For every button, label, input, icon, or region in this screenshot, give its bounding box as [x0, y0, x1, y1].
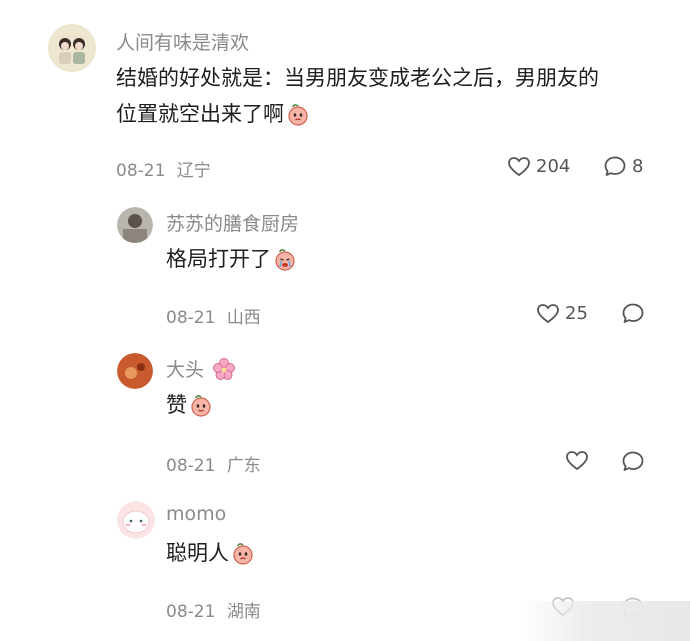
like-button[interactable]: 25 — [537, 303, 588, 324]
comment-author[interactable]: 人间有味是清欢 — [116, 28, 249, 55]
reply-text: 聪明人 — [166, 535, 255, 576]
reply-date: 08-21 — [166, 456, 216, 476]
heart-icon — [566, 451, 588, 471]
watermark-overlay — [520, 601, 690, 641]
reply-button[interactable] — [622, 303, 644, 324]
reply-meta: 08-21 湖南 — [166, 597, 261, 622]
comment-item: 人间有味是清欢 结婚的好处就是：当男朋友变成老公之后，男朋友的 位置就空出来了啊… — [0, 0, 690, 190]
reply-date: 08-21 — [166, 308, 216, 328]
reply-location: 广东 — [226, 456, 261, 476]
reply-item: 大头 赞 08-21 广东 — [0, 345, 690, 485]
avatar[interactable] — [48, 24, 96, 72]
reply-text-content: 聪明人 — [166, 541, 229, 565]
like-count: 25 — [565, 303, 588, 324]
reply-text-content: 格局打开了 — [166, 247, 271, 271]
avatar[interactable] — [117, 207, 153, 243]
comment-location: 辽宁 — [176, 161, 211, 181]
reply-location: 山西 — [226, 308, 261, 328]
peach-emoji-icon — [286, 101, 310, 137]
avatar[interactable] — [117, 353, 153, 389]
reply-author-name[interactable]: 大头 — [166, 359, 204, 381]
peach-emoji-icon — [231, 540, 255, 576]
reply-meta: 08-21 广东 — [166, 451, 261, 476]
heart-icon — [508, 156, 530, 177]
reply-button[interactable]: 8 — [604, 156, 643, 177]
reply-button[interactable] — [622, 451, 644, 472]
like-count: 204 — [536, 156, 571, 177]
comment-text-line-2-content: 位置就空出来了啊 — [116, 102, 284, 126]
cherry-blossom-icon — [212, 357, 236, 386]
comment-text-line-2: 位置就空出来了啊 — [116, 96, 310, 137]
like-button[interactable]: 204 — [508, 156, 570, 177]
reply-item: 苏苏的膳食厨房 格局打开了 08-21 山西 25 — [0, 195, 690, 335]
heart-icon — [537, 303, 559, 324]
reply-location: 湖南 — [226, 602, 261, 622]
comment-text-line-1: 结婚的好处就是：当男朋友变成老公之后，男朋友的 — [116, 66, 599, 90]
avatar[interactable] — [117, 501, 155, 539]
reply-meta: 08-21 山西 — [166, 303, 261, 328]
comment-meta: 08-21 辽宁 — [116, 156, 211, 181]
reply-text: 赞 — [166, 387, 213, 428]
reply-author: 大头 — [166, 355, 236, 386]
peach-emoji-icon — [189, 392, 213, 428]
reply-text: 格局打开了 — [166, 241, 297, 282]
reply-text-content: 赞 — [166, 393, 187, 417]
crying-emoji-icon — [273, 246, 297, 282]
comment-bubble-icon — [622, 303, 644, 324]
reply-author[interactable]: momo — [166, 503, 226, 525]
comment-bubble-icon — [622, 451, 644, 472]
reply-author[interactable]: 苏苏的膳食厨房 — [166, 209, 299, 236]
like-button[interactable] — [566, 451, 588, 471]
comment-bubble-icon — [604, 156, 626, 177]
reply-count: 8 — [632, 156, 644, 177]
reply-date: 08-21 — [166, 602, 216, 622]
comment-date: 08-21 — [116, 161, 166, 181]
